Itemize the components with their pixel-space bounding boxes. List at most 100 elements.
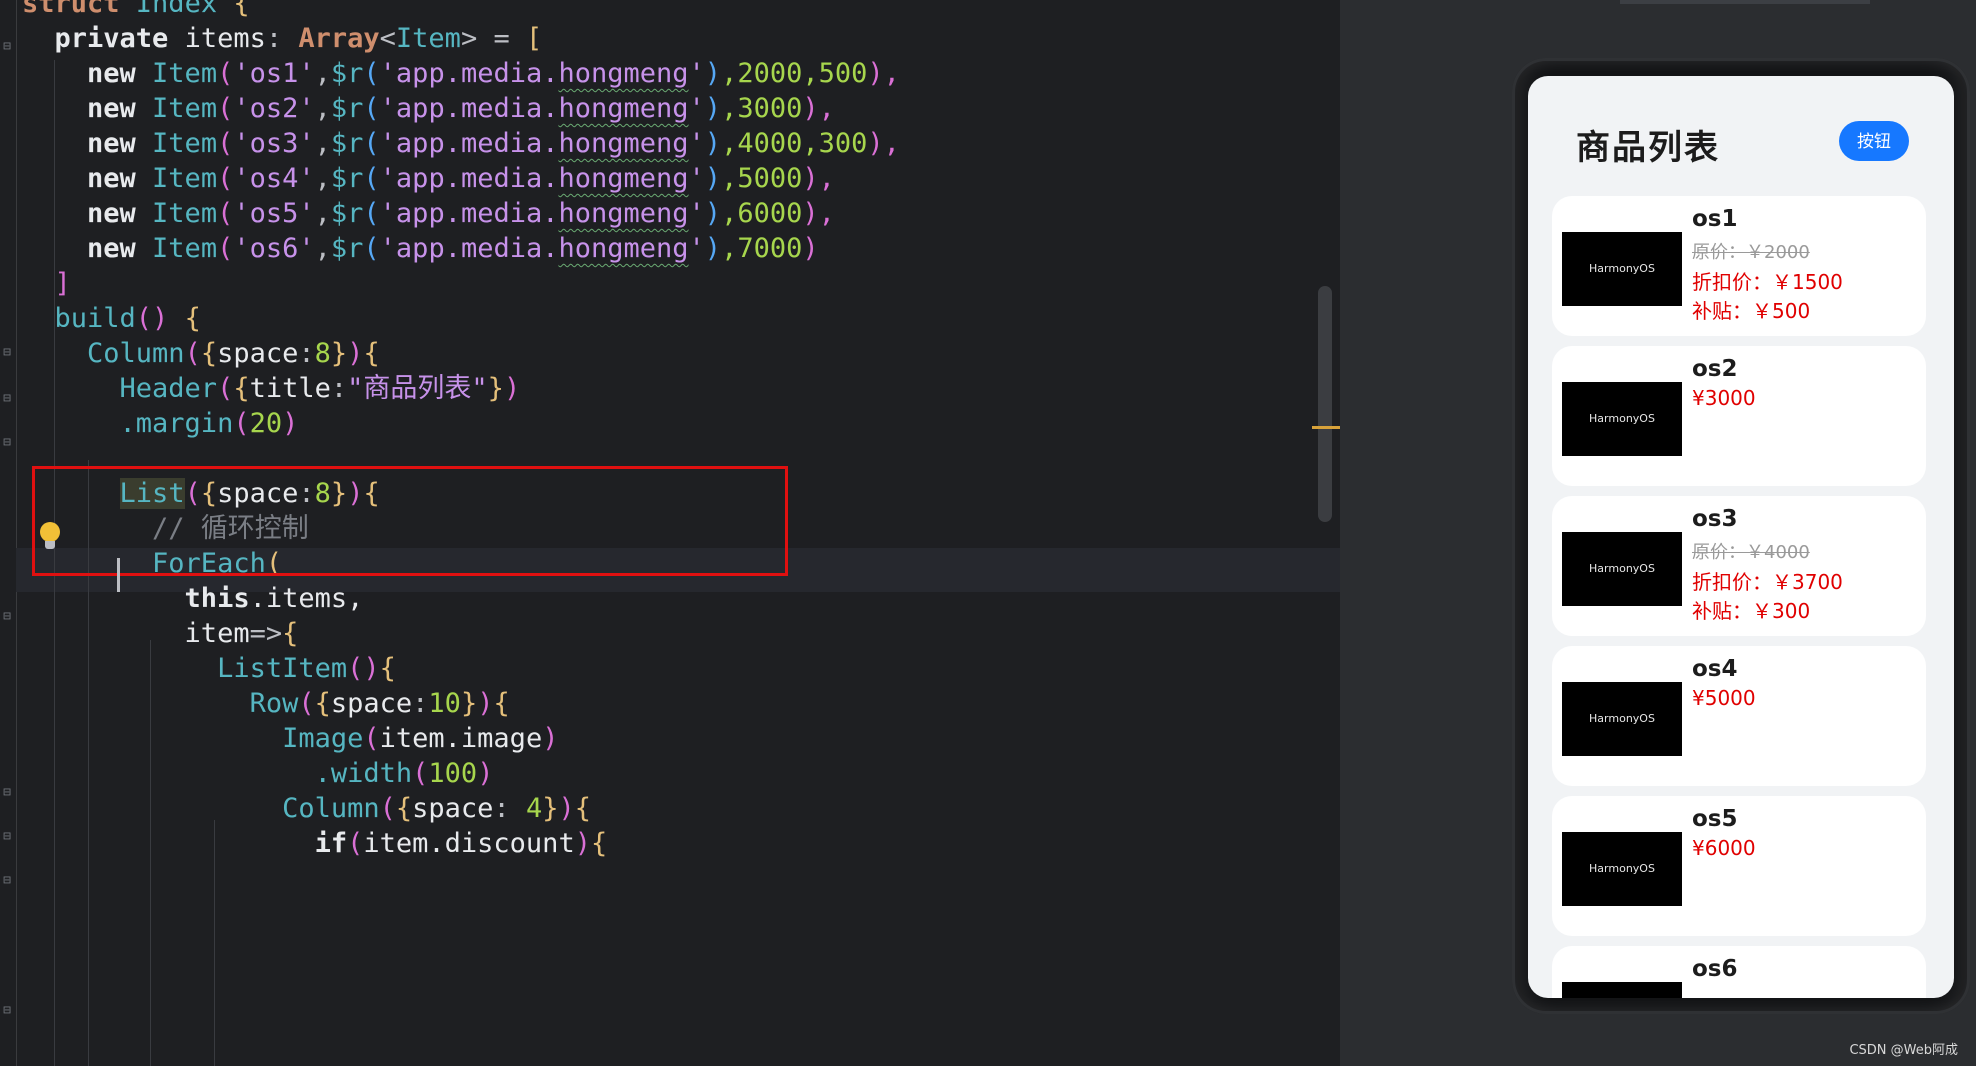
code-line[interactable]: if(item.discount){ <box>22 822 608 866</box>
code-editor[interactable]: ⊟ ⊟ ⊟ ⊟ ⊟ ⊟ ⊟ ⊟ ⊟ struct Index { private… <box>0 0 1340 1066</box>
code-token: new <box>22 128 153 159</box>
discount-price: 折扣价：￥1500 <box>1692 270 1843 294</box>
code-token: ( <box>184 338 201 369</box>
editor-gutter <box>0 0 17 1066</box>
product-card[interactable]: HarmonyOS os4 ¥5000 <box>1552 646 1926 786</box>
code-token: , <box>314 233 331 264</box>
code-token: () <box>347 653 380 684</box>
code-token: 'os4' <box>233 163 315 194</box>
code-token: ( <box>217 128 234 159</box>
code-token: { <box>590 828 608 859</box>
previewer-panel: 商品列表 按钮 HarmonyOS os1 原价：￥2000 折扣价：￥1500 补贴：… <box>1340 0 1976 1066</box>
lightbulb-icon[interactable] <box>40 522 60 550</box>
code-token: Array <box>298 23 380 54</box>
code-token: ) <box>558 793 575 824</box>
code-token: ' <box>688 163 705 194</box>
code-token: items <box>184 23 266 54</box>
code-token: 20 <box>249 408 283 439</box>
code-token: 100 <box>428 758 478 789</box>
code-token: Header <box>22 373 218 404</box>
code-token: ( <box>363 198 380 229</box>
watermark: CSDN @Web阿成 <box>1849 1043 1958 1058</box>
code-token: ) <box>704 198 722 229</box>
code-token: ,4000,300 <box>721 128 868 159</box>
code-token: ( <box>363 93 380 124</box>
code-token: : <box>298 338 315 369</box>
code-token: ' <box>688 128 705 159</box>
code-token: ), <box>802 198 835 229</box>
code-token: : <box>265 23 299 54</box>
code-line[interactable]: .margin(20) <box>22 402 299 446</box>
code-token: 'os2' <box>233 93 315 124</box>
code-token: new <box>22 93 153 124</box>
code-token: : <box>412 688 429 719</box>
code-token: new <box>22 58 153 89</box>
code-token: ), <box>867 58 900 89</box>
product-name: os1 <box>1692 206 1738 232</box>
code-token: 'os6' <box>233 233 315 264</box>
code-token: ) <box>347 338 364 369</box>
code-token: this <box>22 583 250 614</box>
code-token: } <box>542 793 559 824</box>
code-token: .items, <box>249 583 364 614</box>
code-token: ( <box>363 233 380 264</box>
vertical-scrollbar[interactable] <box>1318 286 1332 522</box>
code-token: private <box>22 23 185 54</box>
code-line[interactable]: new Item('os6',$r('app.media.hongmeng'),… <box>22 227 819 271</box>
discount-price: 折扣价：￥3700 <box>1692 570 1843 594</box>
subsidy-amount: 补贴：￥500 <box>1692 299 1811 323</box>
fold-icon[interactable]: ⊟ <box>0 40 14 54</box>
fold-icon[interactable]: ⊟ <box>0 786 14 800</box>
code-token: 'app.media. <box>379 128 559 159</box>
fold-icon[interactable]: ⊟ <box>0 610 14 624</box>
fold-icon[interactable]: ⊟ <box>0 392 14 406</box>
code-token: item.image <box>379 723 543 754</box>
product-name: os6 <box>1692 956 1738 982</box>
fold-icon[interactable]: ⊟ <box>0 346 14 360</box>
code-token: $r <box>330 198 364 229</box>
code-token: 'os1' <box>233 58 315 89</box>
code-token: $r <box>330 128 364 159</box>
code-token: { <box>493 688 510 719</box>
product-card[interactable]: HarmonyOS os1 原价：￥2000 折扣价：￥1500 补贴：￥500 <box>1552 196 1926 336</box>
product-image: HarmonyOS <box>1562 382 1682 456</box>
code-token: } <box>330 338 348 369</box>
code-token: space <box>412 793 494 824</box>
product-card[interactable]: HarmonyOS os6 <box>1552 946 1926 998</box>
code-token: { <box>233 373 250 404</box>
product-image: HarmonyOS <box>1562 982 1682 998</box>
code-token: ) <box>704 233 722 264</box>
code-token: , <box>314 93 331 124</box>
code-token: ,6000 <box>721 198 803 229</box>
code-token: space <box>217 338 299 369</box>
product-card[interactable]: HarmonyOS os2 ¥3000 <box>1552 346 1926 486</box>
code-token: hongmeng <box>558 58 689 89</box>
code-token: ( <box>217 93 234 124</box>
code-token: { <box>314 688 331 719</box>
code-token: ( <box>363 58 380 89</box>
fold-icon[interactable]: ⊟ <box>0 1004 14 1018</box>
fold-icon[interactable]: ⊟ <box>0 436 14 450</box>
code-token: hongmeng <box>558 128 689 159</box>
code-token: $r <box>330 233 364 264</box>
code-token: { <box>184 303 201 334</box>
product-card[interactable]: HarmonyOS os5 ¥6000 <box>1552 796 1926 936</box>
header-button[interactable]: 按钮 <box>1839 121 1909 161</box>
code-token: ( <box>347 828 364 859</box>
fold-icon[interactable]: ⊟ <box>0 874 14 888</box>
code-token: 'app.media. <box>379 58 559 89</box>
code-token: $r <box>330 93 364 124</box>
code-token: new <box>22 233 153 264</box>
product-name: os5 <box>1692 806 1738 832</box>
code-token: ) <box>542 723 559 754</box>
code-token: 'os5' <box>233 198 315 229</box>
code-token: ( <box>379 793 396 824</box>
code-token: , <box>314 58 331 89</box>
code-token: ( <box>217 58 234 89</box>
code-token: { <box>200 338 218 369</box>
fold-icon[interactable]: ⊟ <box>0 830 14 844</box>
code-token: ( <box>298 688 315 719</box>
code-token: => <box>249 618 283 649</box>
product-card[interactable]: HarmonyOS os3 原价：￥4000 折扣价：￥3700 补贴：￥300 <box>1552 496 1926 636</box>
code-token: $r <box>330 163 364 194</box>
